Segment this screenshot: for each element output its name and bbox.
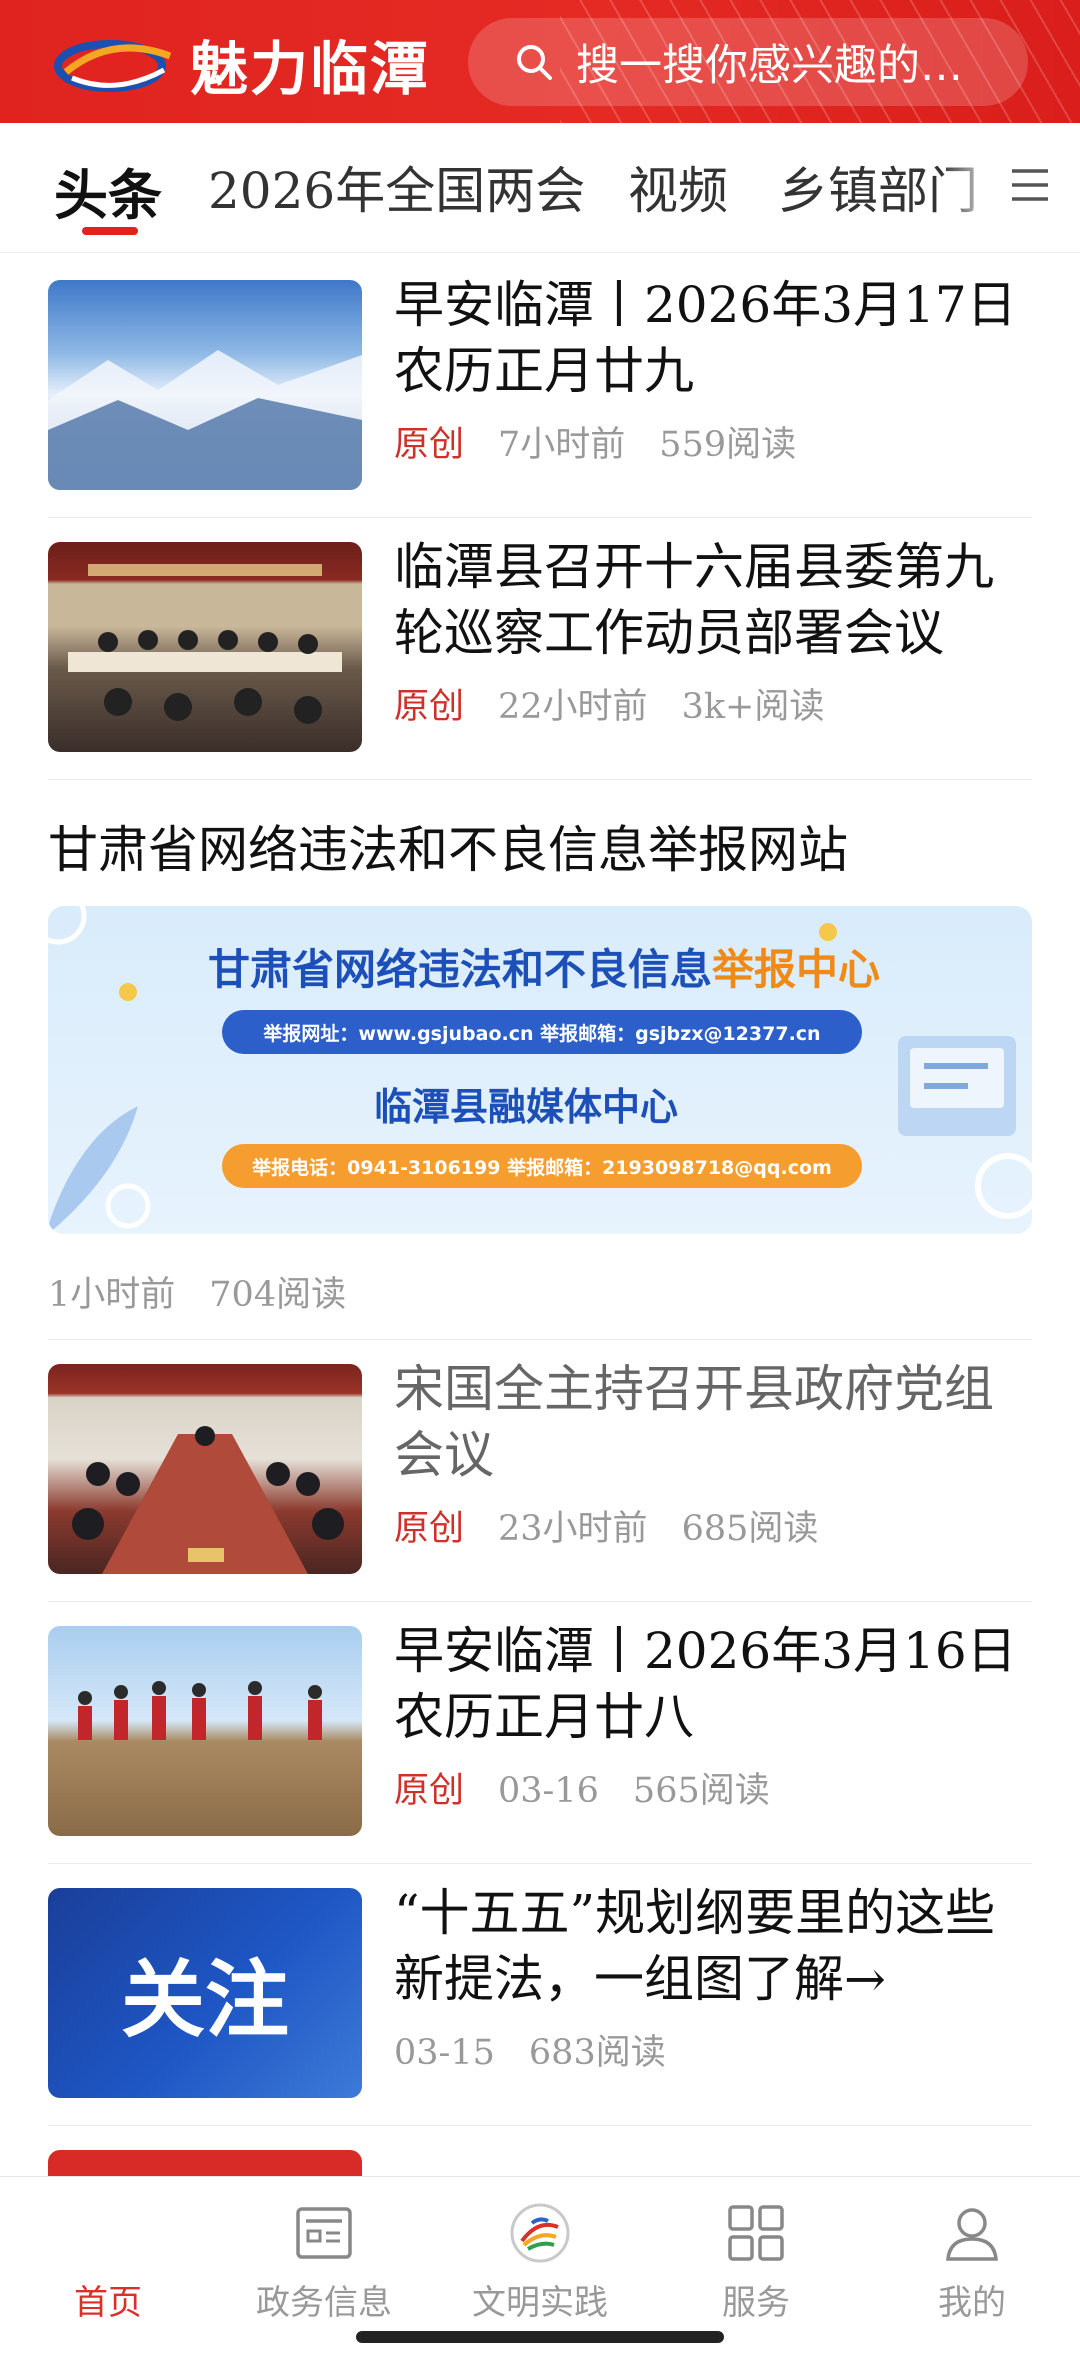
tab-headlines[interactable]: 头条 — [54, 151, 162, 230]
banner-heading-main: 甘肃省网络违法和不良信息 — [208, 945, 713, 994]
original-tag: 原创 — [394, 425, 465, 465]
publish-time: 22小时前 — [498, 687, 648, 727]
channel-tabs: 头条 2026年全国两会 视频 乡镇部门 — [0, 123, 1080, 253]
news-thumbnail: 关注 — [48, 1888, 362, 2098]
search-icon — [517, 45, 552, 80]
nav-label: 服务 — [722, 2283, 790, 2323]
read-count: 683阅读 — [528, 2033, 666, 2073]
search-placeholder: 搜一搜你感兴趣的… — [576, 41, 963, 91]
publish-time: 03-16 — [498, 1771, 599, 1811]
app-logo-icon — [54, 40, 172, 92]
thumbnail-label: 关注 — [120, 1950, 289, 2049]
news-title: “十五五”规划纲要里的这些新提法，一组图了解→ — [394, 1884, 996, 2008]
nav-label: 政务信息 — [256, 2283, 392, 2323]
news-title: 宋国全主持召开县政府党组会议 — [394, 1360, 994, 1484]
news-icon — [296, 2207, 352, 2259]
news-meta: 03-15 683阅读 — [394, 2024, 700, 2075]
banner-heading-highlight: 举报中心 — [712, 945, 881, 994]
publish-time: 7小时前 — [498, 425, 626, 465]
user-icon — [946, 2208, 998, 2261]
tab-video[interactable]: 视频 — [628, 151, 728, 223]
nav-label: 我的 — [938, 2283, 1006, 2323]
read-count: 704阅读 — [209, 1275, 347, 1315]
banner-subheading: 临潭县融媒体中心 — [374, 1085, 679, 1129]
search-input[interactable]: 搜一搜你感兴趣的… — [468, 18, 1028, 106]
news-meta: 原创 23小时前 685阅读 — [394, 1500, 852, 1551]
news-item[interactable]: 早安临潭丨2026年3月16日农历正月廿八 原创 03-16 565阅读 — [48, 1602, 1032, 1864]
app-title: 魅力临潭 — [190, 35, 431, 103]
publish-time: 23小时前 — [498, 1509, 648, 1549]
nav-home[interactable]: 首页 — [0, 2201, 216, 2324]
news-title: 早安临潭丨2026年3月16日农历正月廿八 — [394, 1622, 1017, 1746]
tab-two-sessions[interactable]: 2026年全国两会 — [208, 151, 585, 223]
nav-mine[interactable]: 我的 — [864, 2201, 1080, 2324]
news-item[interactable]: 临潭县召开十六届县委第九轮巡察工作动员部署会议 原创 22小时前 3k+阅读 — [48, 518, 1032, 780]
news-meta: 原创 7小时前 559阅读 — [394, 416, 830, 467]
news-thumbnail — [48, 280, 362, 490]
home-indicator[interactable] — [356, 2331, 724, 2343]
app-header: 魅力临潭 搜一搜你感兴趣的… — [0, 0, 1080, 123]
banner-heading: 甘肃省网络违法和不良信息举报中心 — [208, 936, 880, 997]
tab-fade — [940, 123, 1000, 251]
original-tag: 原创 — [394, 1771, 465, 1811]
news-meta: 原创 03-16 565阅读 — [394, 1762, 804, 1813]
news-meta: 原创 22小时前 3k+阅读 — [394, 678, 858, 729]
nav-label: 文明实践 — [472, 2283, 608, 2323]
hamburger-icon[interactable] — [1008, 165, 1052, 205]
read-count: 559阅读 — [659, 425, 797, 465]
publish-time: 1小时前 — [48, 1275, 176, 1315]
banner-website-pill: 举报网址：www.gsjubao.cn 举报邮箱：gsjbzx@12377.cn — [222, 1010, 862, 1054]
news-title: 早安临潭丨2026年3月17日农历正月廿九 — [394, 276, 1017, 400]
news-item[interactable]: 关注 “十五五”规划纲要里的这些新提法，一组图了解→ 03-15 683阅读 — [48, 1864, 1032, 2126]
news-item-banner[interactable]: 甘肃省网络违法和不良信息举报网站 甘肃省网络违法和不良信息举报中心 举报网址：w… — [48, 780, 1032, 1340]
news-thumbnail — [48, 1364, 362, 1574]
nav-civilization-practice[interactable]: 文明实践 — [432, 2201, 648, 2324]
nav-government-info[interactable]: 政务信息 — [216, 2201, 432, 2324]
news-item[interactable]: 早安临潭丨2026年3月17日农历正月廿九 原创 7小时前 559阅读 — [48, 256, 1032, 518]
news-meta: 1小时前 704阅读 — [48, 1266, 380, 1317]
original-tag: 原创 — [394, 1509, 465, 1549]
nav-label: 首页 — [74, 2283, 142, 2323]
news-thumbnail — [48, 542, 362, 752]
active-tab-indicator — [82, 227, 138, 235]
nav-services[interactable]: 服务 — [648, 2201, 864, 2324]
home-icon — [76, 2201, 140, 2265]
news-title: 临潭县召开十六届县委第九轮巡察工作动员部署会议 — [394, 538, 994, 662]
original-tag: 原创 — [394, 687, 465, 727]
read-count: 685阅读 — [681, 1509, 819, 1549]
read-count: 3k+阅读 — [681, 687, 825, 727]
publish-time: 03-15 — [394, 2033, 495, 2073]
read-count: 565阅读 — [632, 1771, 770, 1811]
news-title: 甘肃省网络违法和不良信息举报网站 — [48, 821, 848, 879]
news-thumbnail — [48, 1626, 362, 1836]
civilization-logo-icon — [510, 2203, 570, 2263]
report-center-banner: 甘肃省网络违法和不良信息举报中心 举报网址：www.gsjubao.cn 举报邮… — [48, 906, 1032, 1234]
banner-phone-pill: 举报电话：0941-3106199 举报邮箱：2193098718@qq.com — [222, 1144, 862, 1188]
grid-icon — [728, 2205, 784, 2261]
news-item[interactable]: 宋国全主持召开县政府党组会议 原创 23小时前 685阅读 — [48, 1340, 1032, 1602]
